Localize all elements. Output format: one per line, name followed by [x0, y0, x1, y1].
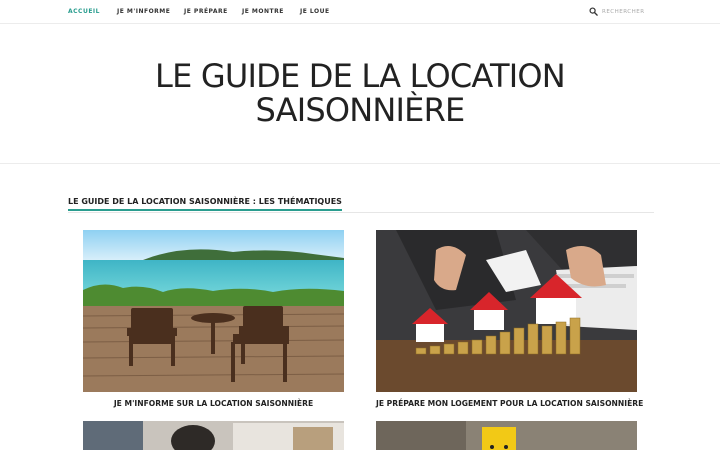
card-image-person-laptop[interactable]: [83, 421, 344, 450]
card-title-je-prepare[interactable]: JE PRÉPARE MON LOGEMENT POUR LA LOCATION…: [376, 399, 643, 408]
nav-item-je-loue[interactable]: JE LOUE: [300, 8, 330, 15]
site-title[interactable]: LE GUIDE DE LA LOCATION SAISONNIÈRE: [0, 59, 720, 127]
card-title-je-minforme[interactable]: JE M'INFORME SUR LA LOCATION SAISONNIÈRE: [83, 399, 344, 408]
nav-item-je-minforme[interactable]: JE M'INFORME: [117, 8, 170, 15]
search-input[interactable]: [602, 6, 692, 18]
section-title: LE GUIDE DE LA LOCATION SAISONNIÈRE : LE…: [68, 197, 342, 211]
card-image-smiley[interactable]: [376, 421, 637, 450]
search-box: [588, 6, 698, 18]
site-title-line-1: LE GUIDE DE LA LOCATION: [155, 57, 566, 95]
section-header: LE GUIDE DE LA LOCATION SAISONNIÈRE : LE…: [68, 197, 654, 213]
top-navigation: ACCUEIL JE M'INFORME JE PRÉPARE JE MONTR…: [0, 0, 720, 24]
site-title-line-2: SAISONNIÈRE: [255, 91, 466, 129]
card-image-seaside-terrace[interactable]: [83, 230, 344, 392]
card-image-houses-coins[interactable]: [376, 230, 637, 392]
search-icon[interactable]: [589, 7, 598, 16]
nav-item-accueil[interactable]: ACCUEIL: [68, 8, 100, 15]
nav-item-je-montre[interactable]: JE MONTRE: [242, 8, 284, 15]
nav-item-je-prepare[interactable]: JE PRÉPARE: [184, 8, 228, 15]
site-header: LE GUIDE DE LA LOCATION SAISONNIÈRE: [0, 25, 720, 164]
